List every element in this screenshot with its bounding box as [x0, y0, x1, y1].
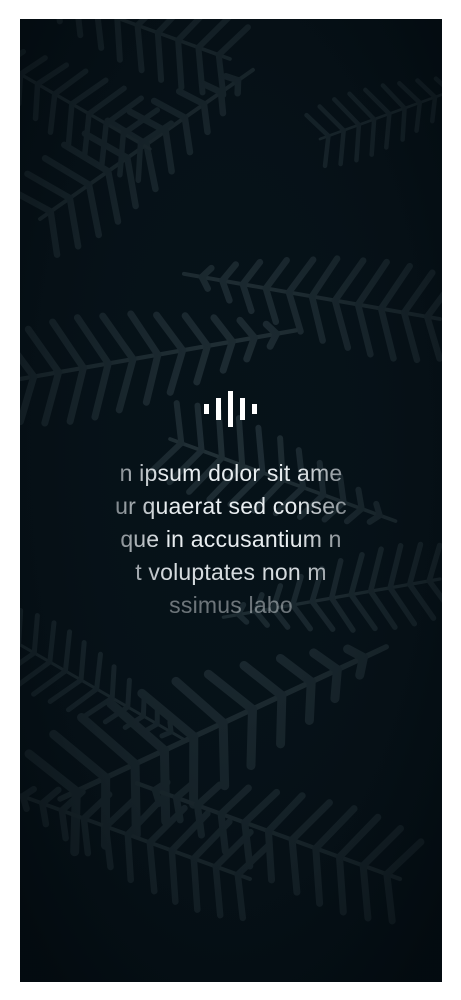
quote-line: t voluptates non m	[135, 559, 327, 585]
quote-line: ssimus labo	[169, 592, 293, 618]
sound-wave-icon	[204, 391, 257, 427]
quote-line: ur quaerat sed consec	[115, 493, 347, 519]
splash-screen: n ipsum dolor sit ame ur quaerat sed con…	[20, 19, 442, 982]
splash-quote: n ipsum dolor sit ame ur quaerat sed con…	[81, 457, 381, 627]
quote-line: n ipsum dolor sit ame	[119, 460, 343, 486]
quote-line: que in accusantium n	[120, 526, 342, 552]
